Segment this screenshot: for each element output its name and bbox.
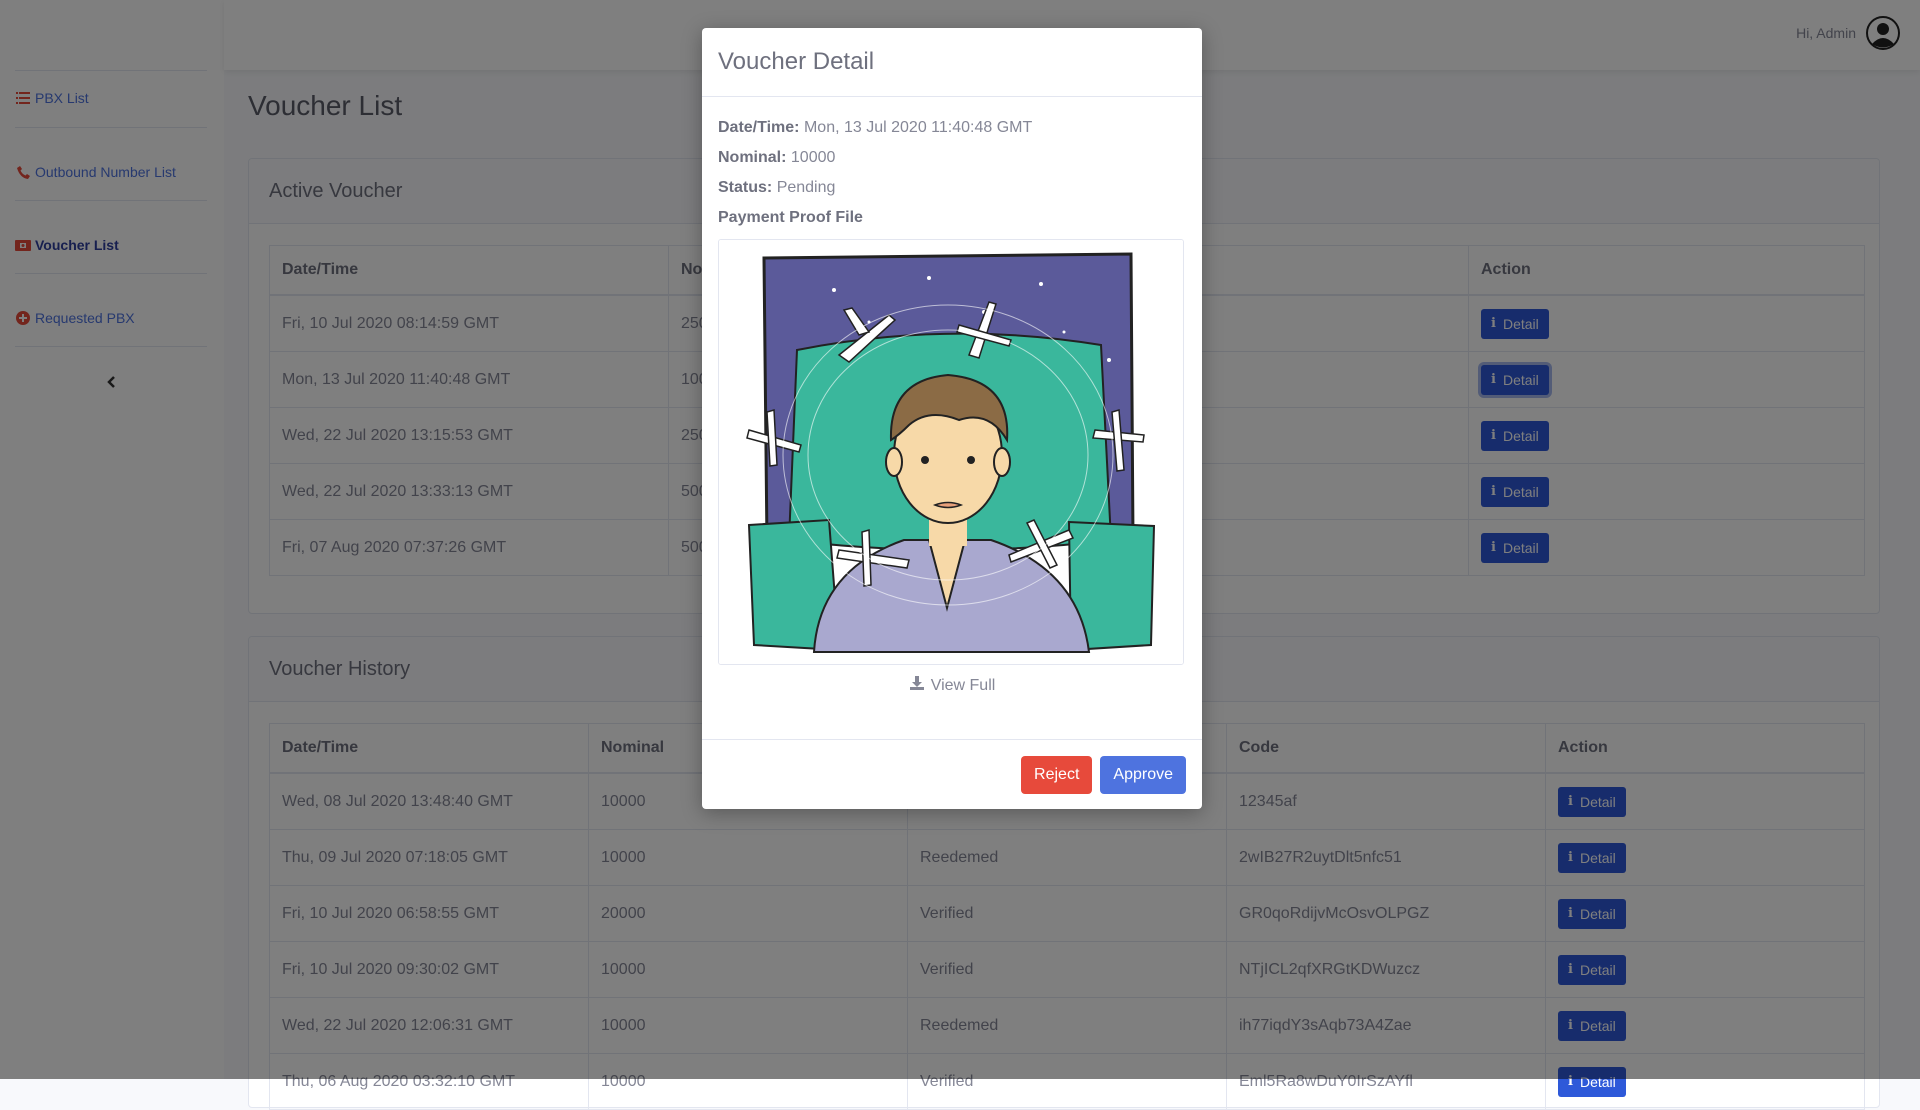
- status-label: Status:: [718, 179, 773, 196]
- nominal-label: Nominal:: [718, 149, 787, 166]
- nominal-field: Nominal: 10000: [718, 149, 1186, 167]
- datetime-value: Mon, 13 Jul 2020 11:40:48 GMT: [803, 119, 1033, 136]
- reject-button[interactable]: Reject: [1021, 755, 1093, 794]
- sleepless-person-illustration: [719, 240, 1183, 664]
- payment-proof-label: Payment Proof File: [718, 209, 863, 226]
- datetime-label: Date/Time:: [718, 119, 800, 136]
- modal-footer: Reject Approve: [702, 739, 1202, 809]
- nominal-value: 10000: [790, 149, 836, 166]
- modal-title: Voucher Detail: [718, 48, 875, 75]
- payment-proof-image: [718, 239, 1184, 665]
- datetime-field: Date/Time: Mon, 13 Jul 2020 11:40:48 GMT: [718, 119, 1186, 137]
- view-full-link[interactable]: View Full: [718, 675, 1186, 696]
- voucher-detail-modal: Voucher Detail Date/Time: Mon, 13 Jul 20…: [702, 28, 1202, 809]
- modal-body: Date/Time: Mon, 13 Jul 2020 11:40:48 GMT…: [702, 97, 1202, 712]
- modal-header: Voucher Detail: [702, 28, 1202, 97]
- status-value: Pending: [776, 179, 836, 196]
- status-field: Status: Pending: [718, 179, 1186, 197]
- view-full-label: View Full: [930, 676, 996, 694]
- download-icon: [909, 675, 925, 696]
- approve-button[interactable]: Approve: [1100, 755, 1186, 794]
